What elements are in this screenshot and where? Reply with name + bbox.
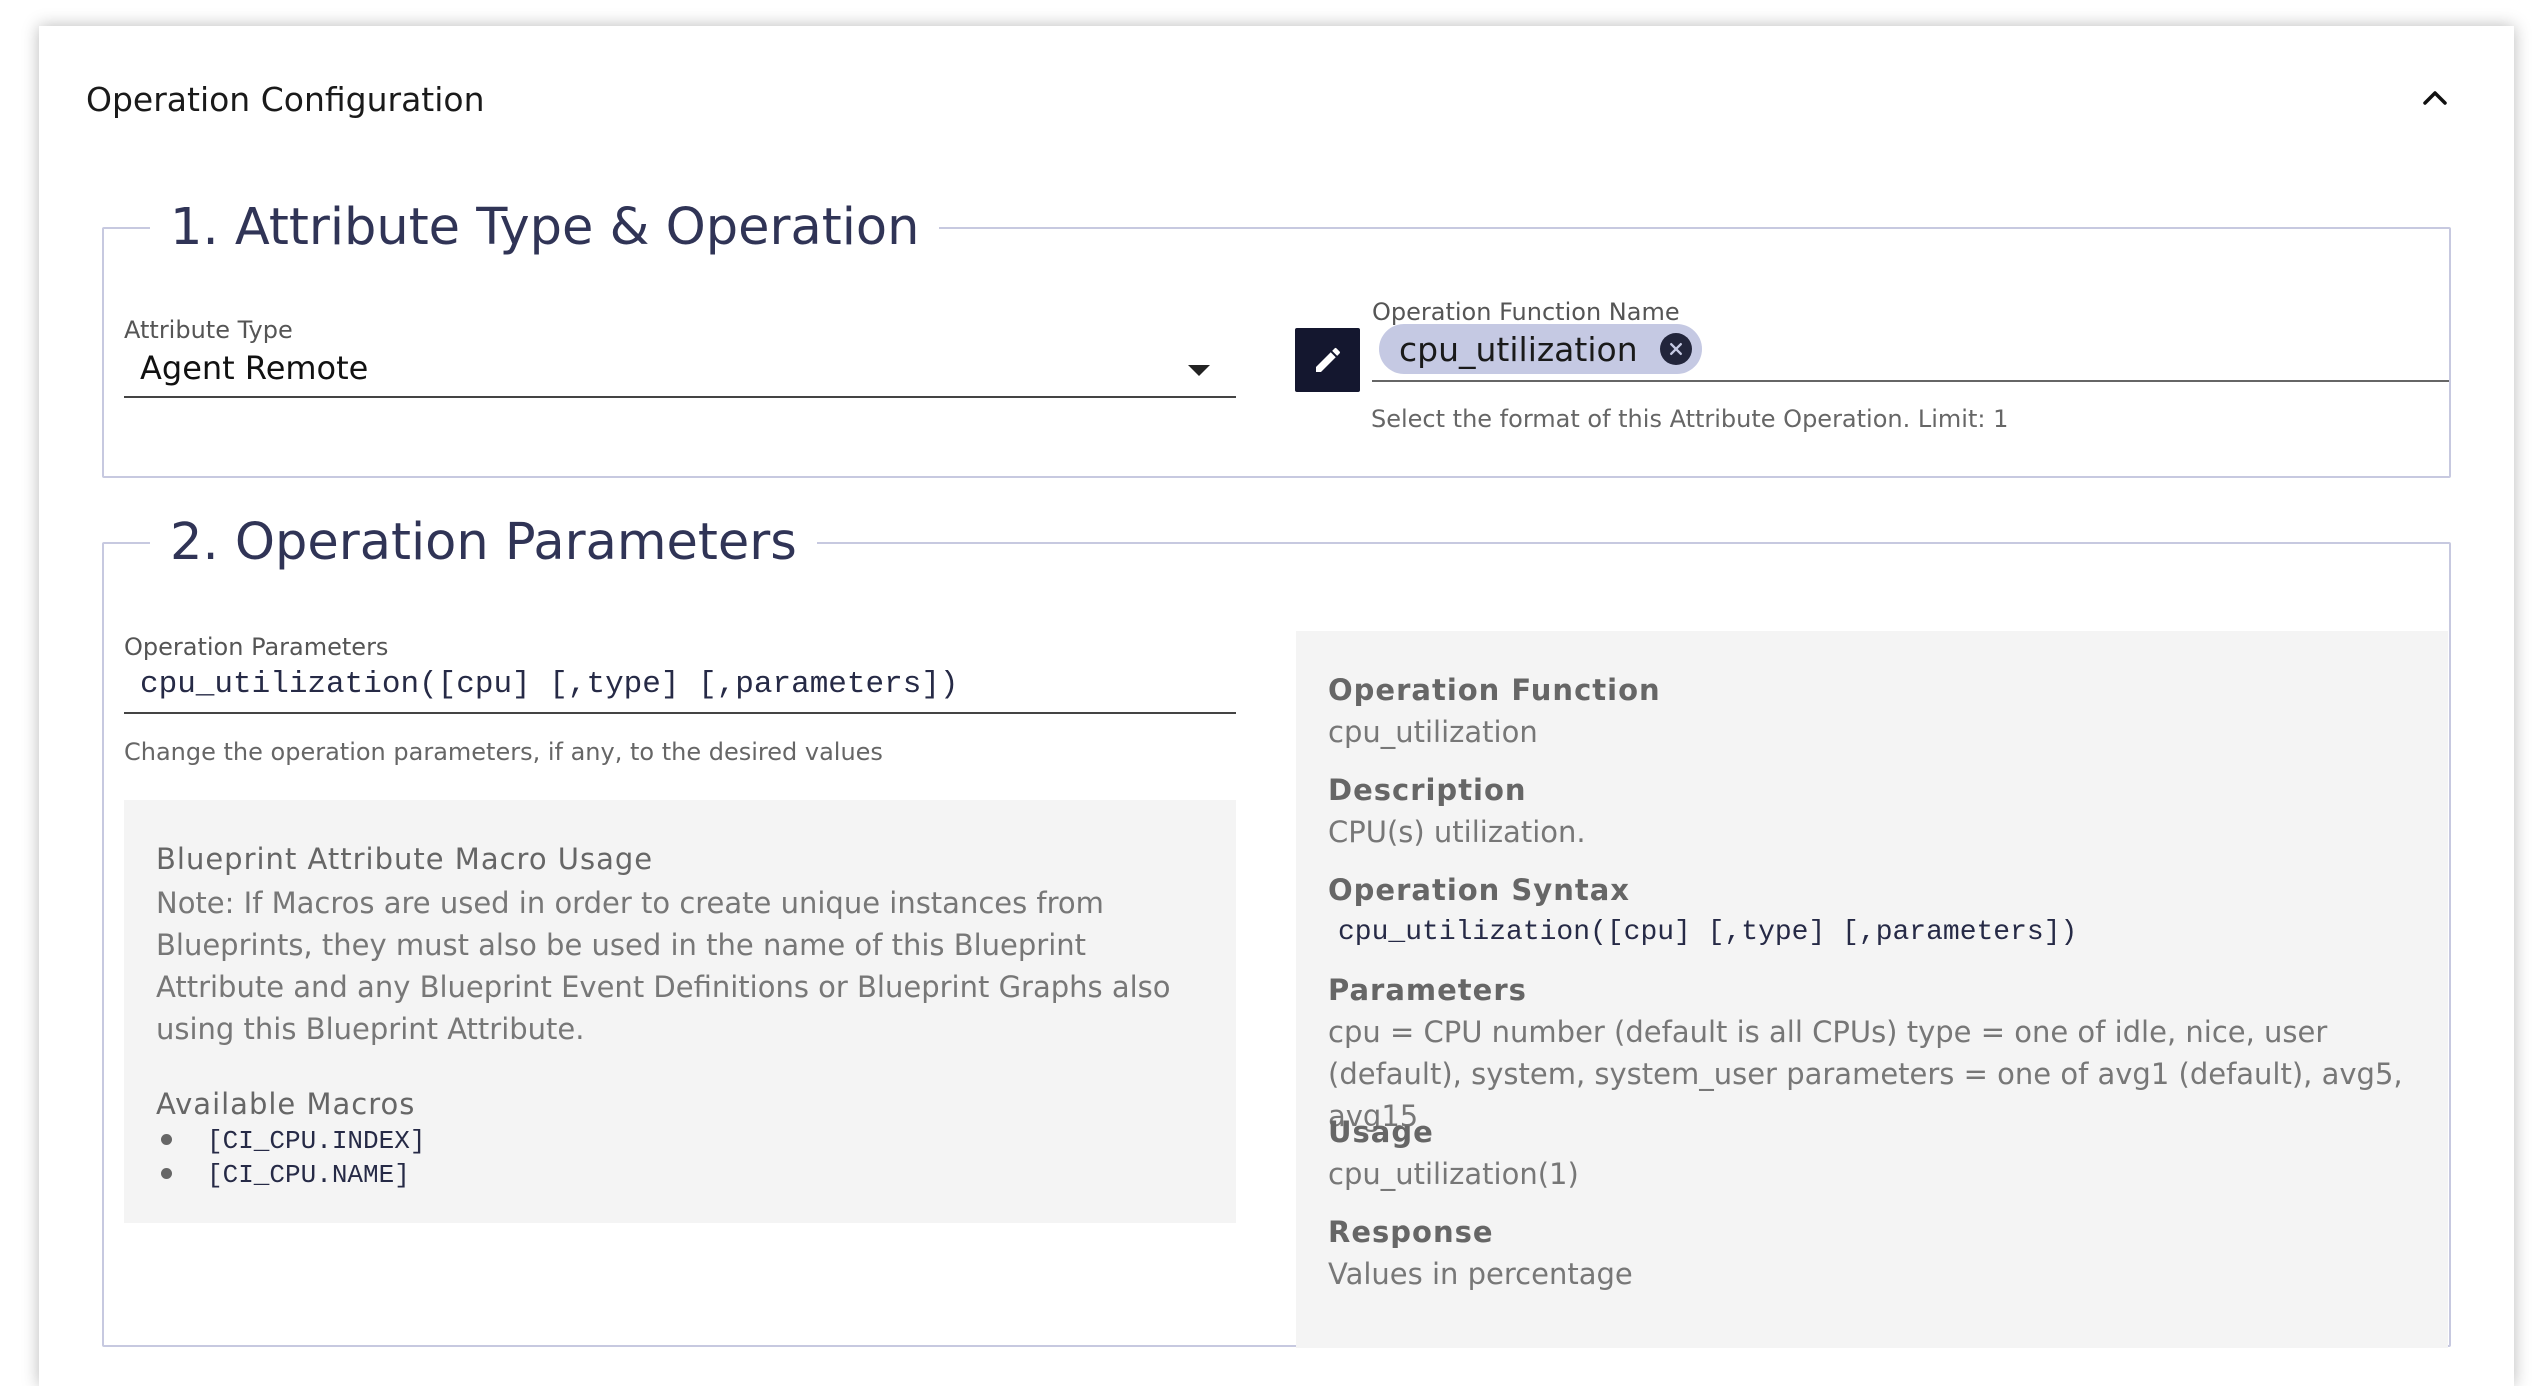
operation-function-name-field[interactable]: cpu_utilization [1372,322,2449,384]
card-title: Operation Configuration [86,80,485,119]
attribute-type-operation-section: 1. Attribute Type & Operation Attribute … [102,198,2451,478]
parameters-heading: Parameters [1328,973,1527,1007]
operation-function-hint: Select the format of this Attribute Oper… [1371,405,2009,433]
operation-syntax-heading: Operation Syntax [1328,873,1630,907]
available-macros-heading: Available Macros [156,1087,416,1121]
dropdown-caret-icon [1188,365,1210,376]
attribute-type-value: Agent Remote [140,349,369,387]
operation-parameters-section: 2. Operation Parameters Operation Parame… [102,513,2451,1348]
select-underline [124,396,1236,398]
pencil-icon [1315,347,1340,372]
macro-usage-panel: Blueprint Attribute Macro Usage Note: If… [124,800,1236,1223]
macro-list: [CI_CPU.INDEX] [CI_CPU.NAME] [156,1124,425,1192]
macro-usage-note: Note: If Macros are used in order to cre… [156,886,1171,1046]
response-value: Values in percentage [1328,1257,1633,1291]
edit-button[interactable] [1295,328,1360,392]
usage-heading: Usage [1328,1115,1434,1149]
chevron-up-icon [2423,91,2447,105]
macro-item: [CI_CPU.NAME] [156,1158,425,1192]
operation-parameters-value: cpu_utilization([cpu] [,type] [,paramete… [140,667,959,702]
field-underline [1372,380,2449,382]
section-legend: 2. Operation Parameters [170,513,797,572]
operation-syntax-value: cpu_utilization([cpu] [,type] [,paramete… [1338,917,2078,948]
card-header[interactable]: Operation Configuration [86,56,2474,119]
macro-usage-heading: Blueprint Attribute Macro Usage [156,842,654,876]
operation-function-heading: Operation Function [1328,673,1661,707]
operation-configuration-card: Operation Configuration 1. Attribute Typ… [39,26,2514,1386]
attribute-type-select[interactable]: Agent Remote [124,338,1236,398]
close-circle-icon[interactable] [1659,333,1692,365]
operation-chip: cpu_utilization [1379,324,1702,374]
macro-item: [CI_CPU.INDEX] [156,1124,425,1158]
response-heading: Response [1328,1215,1494,1249]
operation-info-panel: Operation Function cpu_utilization Descr… [1296,631,2448,1348]
operation-parameters-hint: Change the operation parameters, if any,… [124,738,883,766]
section-legend: 1. Attribute Type & Operation [170,198,920,257]
description-heading: Description [1328,773,1527,807]
chip-label: cpu_utilization [1399,329,1638,369]
usage-value: cpu_utilization(1) [1328,1157,1579,1191]
description-value: CPU(s) utilization. [1328,815,1586,849]
operation-parameters-input[interactable]: cpu_utilization([cpu] [,type] [,paramete… [124,657,1236,715]
collapse-button[interactable] [2415,78,2455,118]
operation-function-value: cpu_utilization [1328,715,1538,749]
parameters-value: cpu = CPU number (default is all CPUs) t… [1328,1015,2403,1133]
input-underline [124,712,1236,714]
